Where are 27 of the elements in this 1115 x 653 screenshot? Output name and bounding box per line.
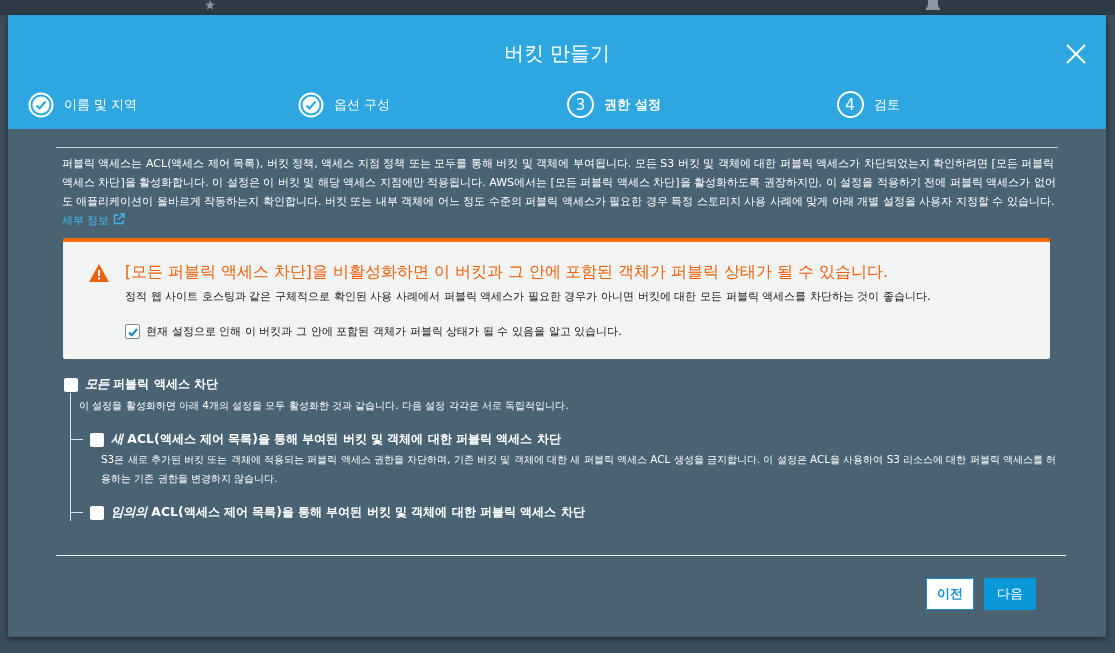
block-all-checkbox[interactable] [64,377,78,392]
option-label: 모든 퍼블릭 액세스 차단 [85,376,218,393]
acknowledge-checkbox[interactable] [125,324,140,339]
next-button[interactable]: 다음 [984,578,1036,610]
step-label[interactable]: 옵션 구성 [333,95,390,114]
option-description: 이 설정을 활성화하면 아래 4개의 설정을 모두 활성화한 것과 같습니다. 다음 설정 각각은 서로 독립적입니다. [78,398,570,413]
intro-paragraph: 퍼블릭 액세스는 ACL(액세스 제어 목록), 버킷 정책, 액세스 지점 정책 또는 모두를 통해 버킷 및 객체에 부여됩니다. 모든 S3 버킷 및 객체에 대한 퍼블릭 액세스가 차단되었는지 확인하려면 [모든 퍼블릭 액세스 차단]을 활성화합니다. 이 설정은 이 버킷 및 해당 액세스 지점에만 적용됩니다. AWS에서는 [모든 퍼블릭 액세스 차단]을 활성화하도록 권장하지만, 이 설정을 적용하기 전에 퍼블릭 액세스가 없어도 애플리케이션이 올바르게 작동하는지 확인합니다. 버킷 또는 내부 객체에 어느 정도 수준의 퍼블릭 액세스가 필요한 경우 특정 스토리지 사용 사례에 맞게 아래 개별 설정을 사용자 지정할 수 있습니다. 세부 정보 [61,156,1057,229]
option-description: S3은 새로 추가된 버킷 또는 객체에 적용되는 퍼블릭 액세스 권한을 차단하며, 기존 버킷 및 객체에 대한 새 퍼블릭 액세스 ACL 생성을 금지합니다. 이 설정은 ACL을 사용하여 S3 리소스에 대한 퍼블릭 액세스를 허용하는 기존 권한을 변경하지 않습니다. [100,452,1058,486]
option-label: 새 ACL(액세스 제어 목록)을 통해 부여된 버킷 및 객체에 대한 퍼블릭 액세스 차단 [111,431,561,448]
warning-text: 정적 웹 사이트 호스팅과 같은 구체적으로 확인된 사용 사례에서 퍼블릭 액세스가 필요한 경우가 아니면 버킷에 대한 모든 퍼블릭 액세스를 차단하는 것이 좋습니다. [125,289,931,304]
step-label[interactable]: 권한 설정 [604,95,661,114]
step-label[interactable]: 이름 및 지역 [64,95,138,114]
step-number: 3 [567,91,594,118]
close-icon[interactable] [1066,44,1086,64]
step-label[interactable]: 검토 [873,95,900,114]
warning-title: [모든 퍼블릭 액세스 차단]을 비활성화하면 이 버킷과 그 안에 포함된 객체가 퍼블릭 상태가 될 수 있습니다. [125,262,889,283]
option-label: 임의의 ACL(액세스 제어 목록)을 통해 부여된 버킷 및 객체에 대한 퍼블릭 액세스 차단 [111,504,585,521]
star-icon[interactable] [205,0,215,10]
option-checkbox[interactable] [90,505,104,520]
previous-button[interactable]: 이전 [926,578,974,610]
option-checkbox[interactable] [90,432,104,447]
details-link[interactable]: 세부 정보 [62,214,125,227]
step-number: 4 [836,91,864,118]
external-link-icon [113,213,125,225]
acknowledge-label: 현재 설정으로 인해 이 버킷과 그 안에 포함된 객체가 퍼블릭 상태가 될 수 있음을 알고 있습니다. [146,324,622,339]
modal-title: 버킷 만들기 [503,39,611,67]
warning-icon [89,264,109,282]
